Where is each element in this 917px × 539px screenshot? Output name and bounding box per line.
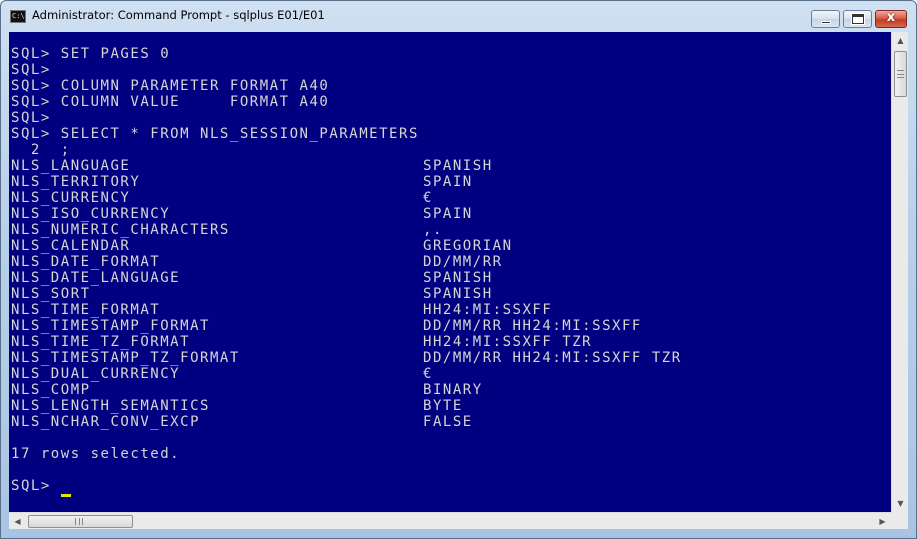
- parameter-cell: NLS_DATE_FORMAT: [11, 254, 161, 270]
- parameter-cell: NLS_ISO_CURRENCY: [11, 206, 171, 222]
- parameter-cell: NLS_LENGTH_SEMANTICS: [11, 398, 210, 414]
- parameter-cell: NLS_DATE_LANGUAGE: [11, 270, 181, 286]
- scroll-right-arrow-icon[interactable]: ▶: [874, 513, 891, 530]
- result-row: NLS_CALENDAR GREGORIAN: [11, 238, 511, 254]
- parameter-cell: NLS_TIMESTAMP_FORMAT: [11, 318, 210, 334]
- value-cell: €: [423, 366, 433, 382]
- parameter-cell: NLS_SORT: [11, 286, 91, 302]
- result-row: NLS_LENGTH_SEMANTICS BYTE: [11, 398, 461, 414]
- value-cell: SPANISH: [423, 158, 493, 174]
- parameter-cell: NLS_DUAL_CURRENCY: [11, 366, 181, 382]
- horizontal-scroll-thumb[interactable]: [28, 515, 133, 528]
- result-row: NLS_NCHAR_CONV_EXCP FALSE: [11, 414, 471, 430]
- result-row: NLS_TIME_TZ_FORMAT HH24:MI:SSXFF TZR: [11, 334, 591, 350]
- console-line: SQL>: [11, 110, 51, 126]
- rows-selected-summary: 17 rows selected.: [11, 446, 181, 462]
- parameter-cell: NLS_NCHAR_CONV_EXCP: [11, 414, 201, 430]
- value-cell: FALSE: [423, 414, 473, 430]
- parameter-cell: NLS_TIME_TZ_FORMAT: [11, 334, 191, 350]
- value-cell: DD/MM/RR HH24:MI:SSXFF: [423, 318, 642, 334]
- value-cell: €: [423, 190, 433, 206]
- scroll-left-arrow-icon[interactable]: ◀: [9, 513, 26, 530]
- result-row: NLS_ISO_CURRENCY SPAIN: [11, 206, 471, 222]
- scrollbar-corner: [891, 512, 908, 529]
- close-button[interactable]: x: [875, 10, 907, 28]
- close-icon: x: [886, 10, 896, 25]
- value-cell: HH24:MI:SSXFF TZR: [423, 334, 593, 350]
- parameter-cell: NLS_TERRITORY: [11, 174, 141, 190]
- value-cell: DD/MM/RR: [423, 254, 503, 270]
- result-row: NLS_DUAL_CURRENCY €: [11, 366, 431, 382]
- result-row: NLS_CURRENCY €: [11, 190, 431, 206]
- console-line: SQL>: [11, 62, 51, 78]
- result-row: NLS_DATE_FORMAT DD/MM/RR: [11, 254, 501, 270]
- value-cell: HH24:MI:SSXFF: [423, 302, 553, 318]
- result-row: NLS_SORT SPANISH: [11, 286, 491, 302]
- sql-prompt[interactable]: SQL>: [11, 478, 51, 494]
- parameter-cell: NLS_TIMESTAMP_TZ_FORMAT: [11, 350, 240, 366]
- console-line: SQL> COLUMN VALUE FORMAT A40: [11, 94, 330, 110]
- parameter-cell: NLS_COMP: [11, 382, 91, 398]
- minimize-button[interactable]: [811, 10, 840, 28]
- vertical-scroll-thumb[interactable]: [894, 51, 907, 97]
- grip-icon: [897, 70, 904, 78]
- console-line: SQL> COLUMN PARAMETER FORMAT A40: [11, 78, 330, 94]
- result-row: NLS_TIME_FORMAT HH24:MI:SSXFF: [11, 302, 551, 318]
- value-cell: SPAIN: [423, 206, 473, 222]
- value-cell: ,.: [423, 222, 443, 238]
- parameter-cell: NLS_LANGUAGE: [11, 158, 131, 174]
- scroll-up-arrow-icon[interactable]: ▲: [892, 32, 909, 49]
- console-line: SQL> SET PAGES 0: [11, 46, 171, 62]
- value-cell: SPANISH: [423, 286, 493, 302]
- maximize-button[interactable]: [843, 10, 872, 28]
- scroll-down-arrow-icon[interactable]: ▼: [892, 495, 909, 512]
- horizontal-scrollbar[interactable]: ◀ ▶: [9, 512, 891, 529]
- parameter-cell: NLS_CALENDAR: [11, 238, 131, 254]
- vertical-scrollbar[interactable]: ▲ ▼: [891, 32, 908, 512]
- result-row: NLS_NUMERIC_CHARACTERS,.: [11, 222, 441, 238]
- cmd-icon[interactable]: C:\: [10, 10, 26, 23]
- console-line: 2 ;: [11, 142, 71, 158]
- value-cell: BYTE: [423, 398, 463, 414]
- result-row: NLS_TIMESTAMP_TZ_FORMAT DD/MM/RR HH24:MI:…: [11, 350, 680, 366]
- grip-icon: [75, 518, 83, 525]
- console-output[interactable]: SQL> SET PAGES 0 SQL> SQL> COLUMN PARAME…: [9, 32, 891, 512]
- result-row: NLS_TIMESTAMP_FORMAT DD/MM/RR HH24:MI:SSX…: [11, 318, 640, 334]
- result-row: NLS_DATE_LANGUAGE SPANISH: [11, 270, 491, 286]
- value-cell: GREGORIAN: [423, 238, 513, 254]
- title-bar[interactable]: C:\ Administrator: Command Prompt - sqlp…: [1, 1, 916, 31]
- value-cell: DD/MM/RR HH24:MI:SSXFF TZR: [423, 350, 682, 366]
- minimize-icon: [821, 21, 831, 24]
- command-prompt-window: C:\ Administrator: Command Prompt - sqlp…: [0, 0, 917, 539]
- value-cell: BINARY: [423, 382, 483, 398]
- value-cell: SPANISH: [423, 270, 493, 286]
- result-row: NLS_LANGUAGE SPANISH: [11, 158, 491, 174]
- parameter-cell: NLS_TIME_FORMAT: [11, 302, 161, 318]
- console-line: SQL> SELECT * FROM NLS_SESSION_PARAMETER…: [11, 126, 419, 142]
- result-row: NLS_TERRITORY SPAIN: [11, 174, 471, 190]
- parameter-cell: NLS_NUMERIC_CHARACTERS: [11, 222, 230, 238]
- text-cursor: [61, 494, 71, 497]
- window-title: Administrator: Command Prompt - sqlplus …: [32, 8, 325, 22]
- value-cell: SPAIN: [423, 174, 473, 190]
- parameter-cell: NLS_CURRENCY: [11, 190, 131, 206]
- maximize-icon: [852, 14, 864, 24]
- result-row: NLS_COMP BINARY: [11, 382, 481, 398]
